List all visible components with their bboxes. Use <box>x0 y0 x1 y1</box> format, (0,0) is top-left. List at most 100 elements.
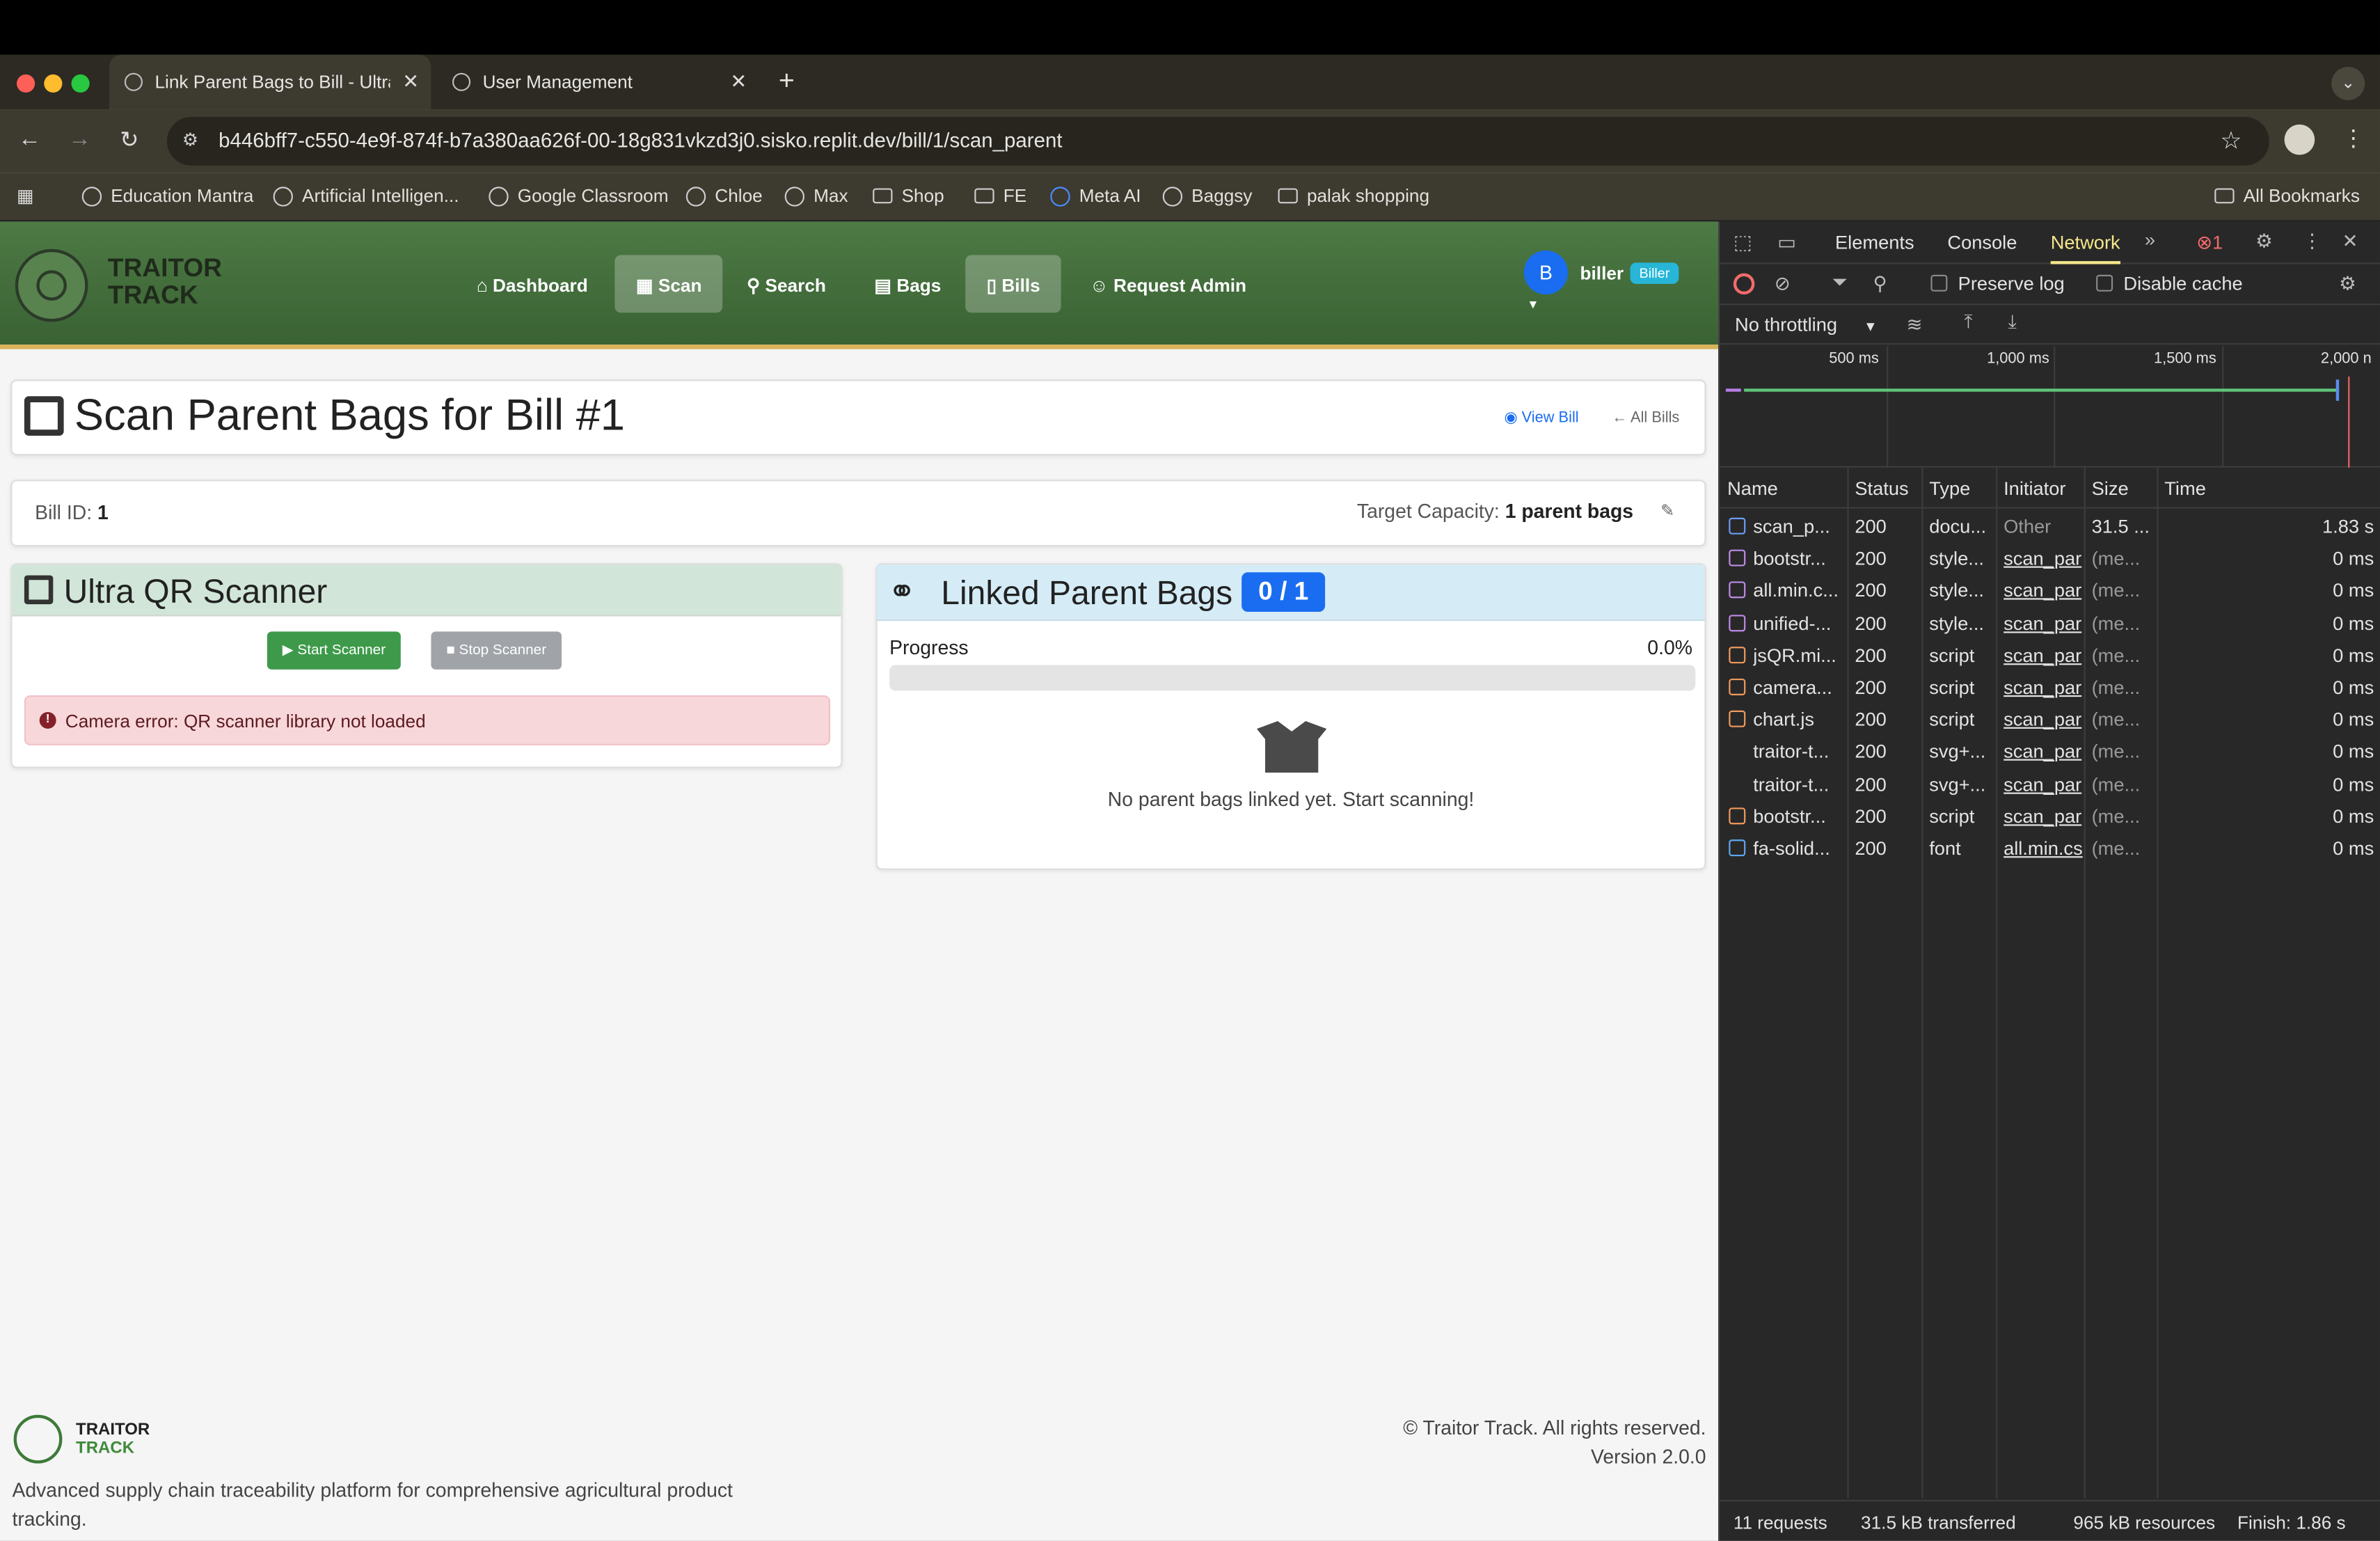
bookmark-fe[interactable]: FE <box>974 185 1026 207</box>
close-tab-icon[interactable]: ✕ <box>402 70 419 94</box>
nav-request-admin[interactable]: ☺ Request Admin <box>1069 255 1268 313</box>
network-request-row[interactable]: bootstr... 200 style... scan_par (me... 0 ms <box>1720 542 2380 574</box>
all-bookmarks[interactable]: All Bookmarks <box>2214 185 2360 207</box>
view-bill-link[interactable]: ◉ View Bill <box>1504 410 1578 427</box>
bookmark-google-classroom[interactable]: Google Classroom <box>489 185 669 207</box>
cell-initiator[interactable]: scan_par <box>2004 806 2086 828</box>
cell-time: 0 ms <box>2333 741 2374 763</box>
close-devtools-icon[interactable]: ✕ <box>2342 229 2358 253</box>
cell-size: (me... <box>2091 709 2141 731</box>
cell-initiator[interactable]: scan_par <box>2004 645 2086 667</box>
user-gear-icon: ☺ <box>1090 274 1114 297</box>
reload-button[interactable]: ↻ <box>120 126 138 153</box>
error-count-badge[interactable]: ⊗1 <box>2196 231 2223 254</box>
user-dropdown-caret-icon[interactable]: ▼ <box>1527 297 1539 311</box>
browser-menu-icon[interactable]: ⋮ <box>2342 125 2365 152</box>
network-request-row[interactable]: traitor-t... 200 svg+... scan_par (me... 0 ms <box>1720 736 2380 768</box>
nav-scan[interactable]: ▦ Scan <box>614 255 723 313</box>
network-request-row[interactable]: unified-... 200 style... scan_par (me... 0 ms <box>1720 607 2380 639</box>
globe-icon <box>685 186 706 206</box>
cell-initiator[interactable]: scan_par <box>2004 677 2086 699</box>
clear-icon[interactable]: ⊘ <box>1775 271 1791 295</box>
cell-initiator[interactable]: Other <box>2004 516 2086 538</box>
tab-network[interactable]: Network <box>2050 232 2120 264</box>
window-controls[interactable] <box>16 73 99 100</box>
search-icon[interactable]: ⚲ <box>1873 271 1887 295</box>
apps-grid-icon[interactable]: ▦ <box>17 185 34 207</box>
forward-button[interactable]: → <box>68 126 91 152</box>
cell-status: 200 <box>1855 709 1887 731</box>
cell-initiator[interactable]: all.min.cs <box>2004 838 2086 860</box>
user-avatar[interactable]: B <box>1523 250 1569 295</box>
bookmark-education-mantra[interactable]: Education Mantra <box>81 185 253 207</box>
tab-link-parent-bags[interactable]: Link Parent Bags to Bill - Ultra ✕ <box>109 54 431 110</box>
cell-type: docu... <box>1929 516 1987 538</box>
start-scanner-button[interactable]: ▶ Start Scanner <box>267 631 401 670</box>
filter-icon[interactable]: ⏷ <box>1832 271 1848 294</box>
network-request-row[interactable]: all.min.c... 200 style... scan_par (me... 0 m… <box>1720 574 2380 606</box>
bookmark-star-icon[interactable]: ☆ <box>2220 126 2242 157</box>
tab-console[interactable]: Console <box>1947 232 2017 254</box>
settings-gear-icon[interactable]: ⚙ <box>2255 229 2272 253</box>
cell-initiator[interactable]: scan_par <box>2004 773 2086 795</box>
new-tab-button[interactable]: + <box>779 65 795 97</box>
cell-initiator[interactable]: scan_par <box>2004 709 2086 731</box>
cell-initiator[interactable]: scan_par <box>2004 741 2086 763</box>
cell-type: script <box>1929 677 1975 699</box>
network-request-row[interactable]: fa-solid... 200 font all.min.cs (me... 0 ms <box>1720 832 2380 864</box>
nav-bags[interactable]: ▤ Bags <box>853 255 962 313</box>
bookmark-meta-ai[interactable]: Meta AI <box>1050 185 1141 207</box>
network-conditions-icon[interactable]: ≋ <box>1906 313 1922 335</box>
nav-search[interactable]: ⚲ Search <box>726 255 848 313</box>
cell-initiator[interactable]: scan_par <box>2004 580 2086 602</box>
cell-initiator[interactable]: scan_par <box>2004 613 2086 634</box>
network-request-row[interactable]: camera... 200 script scan_par (me... 0 ms <box>1720 671 2380 703</box>
footer-logo-icon <box>13 1414 63 1464</box>
inspect-element-icon[interactable]: ⬚ <box>1734 231 1752 255</box>
user-name[interactable]: biller <box>1580 262 1624 284</box>
brand-name[interactable]: TRAITOR TRACK <box>108 254 222 310</box>
export-har-icon[interactable]: ⤓ <box>2008 311 2017 334</box>
close-tab-icon[interactable]: ✕ <box>730 70 747 94</box>
edit-icon[interactable]: ✎ <box>1660 501 1674 521</box>
cell-initiator[interactable]: scan_par <box>2004 548 2086 570</box>
cell-time: 0 ms <box>2333 677 2374 699</box>
tab-user-management[interactable]: User Management ✕ <box>437 55 759 110</box>
more-tabs-icon[interactable]: » <box>2145 229 2155 251</box>
bookmark-artificial-intelligence[interactable]: Artificial Intelligen... <box>273 185 459 207</box>
network-request-row[interactable]: traitor-t... 200 svg+... scan_par (me... 0 ms <box>1720 768 2380 800</box>
disable-cache-label: Disable cache <box>2123 273 2243 295</box>
throttling-toolbar: No throttling ▼ ≋ ⤒ ⤓ <box>1720 307 2380 345</box>
cell-size: (me... <box>2091 805 2141 828</box>
traitor-track-logo-icon[interactable] <box>15 248 88 322</box>
record-icon[interactable] <box>1733 273 1755 295</box>
device-toolbar-icon[interactable]: ▭ <box>1777 231 1796 255</box>
bookmark-chloe[interactable]: Chloe <box>685 185 763 207</box>
address-bar[interactable]: ⚙ b446bff7-c550-4e9f-874f-b7a380aa626f-0… <box>166 116 2269 166</box>
play-icon: ▶ <box>282 642 298 659</box>
all-bills-link[interactable]: ← All Bills <box>1612 410 1679 427</box>
tab-search-button[interactable]: ⌄ <box>2331 66 2365 100</box>
bookmark-max[interactable]: Max <box>784 185 848 207</box>
bookmark-baggsy[interactable]: Baggsy <box>1162 185 1252 207</box>
bookmark-shop[interactable]: Shop <box>873 185 944 207</box>
back-button[interactable]: ← <box>18 126 41 152</box>
disable-cache-checkbox[interactable] <box>2096 274 2113 292</box>
bookmark-palak-shopping[interactable]: palak shopping <box>1278 185 1429 207</box>
nav-bills[interactable]: ▯ Bills <box>965 255 1062 313</box>
network-settings-icon[interactable]: ⚙ <box>2339 271 2356 295</box>
import-har-icon[interactable]: ⤒ <box>1964 311 1972 334</box>
tab-elements[interactable]: Elements <box>1835 232 1914 254</box>
site-info-icon[interactable]: ⚙ <box>182 129 198 150</box>
devtools-menu-icon[interactable]: ⋮ <box>2303 229 2322 253</box>
network-timeline[interactable]: 500 ms 1,000 ms 1,500 ms 2,000 n <box>1720 346 2380 468</box>
nav-dashboard[interactable]: ⌂ Dashboard <box>455 255 609 313</box>
preserve-log-checkbox[interactable] <box>1930 274 1948 292</box>
profile-avatar[interactable] <box>2284 124 2315 155</box>
stop-scanner-button[interactable]: ■ Stop Scanner <box>431 631 562 670</box>
network-request-row[interactable]: scan_p... 200 docu... Other 31.5 ... 1.83 s <box>1720 510 2380 542</box>
throttling-select[interactable]: No throttling ▼ <box>1735 314 1878 335</box>
network-request-row[interactable]: bootstr... 200 script scan_par (me... 0 ms <box>1720 800 2380 832</box>
network-request-row[interactable]: jsQR.mi... 200 script scan_par (me... 0 ms <box>1720 639 2380 671</box>
network-request-row[interactable]: chart.js 200 script scan_par (me... 0 ms <box>1720 703 2380 735</box>
